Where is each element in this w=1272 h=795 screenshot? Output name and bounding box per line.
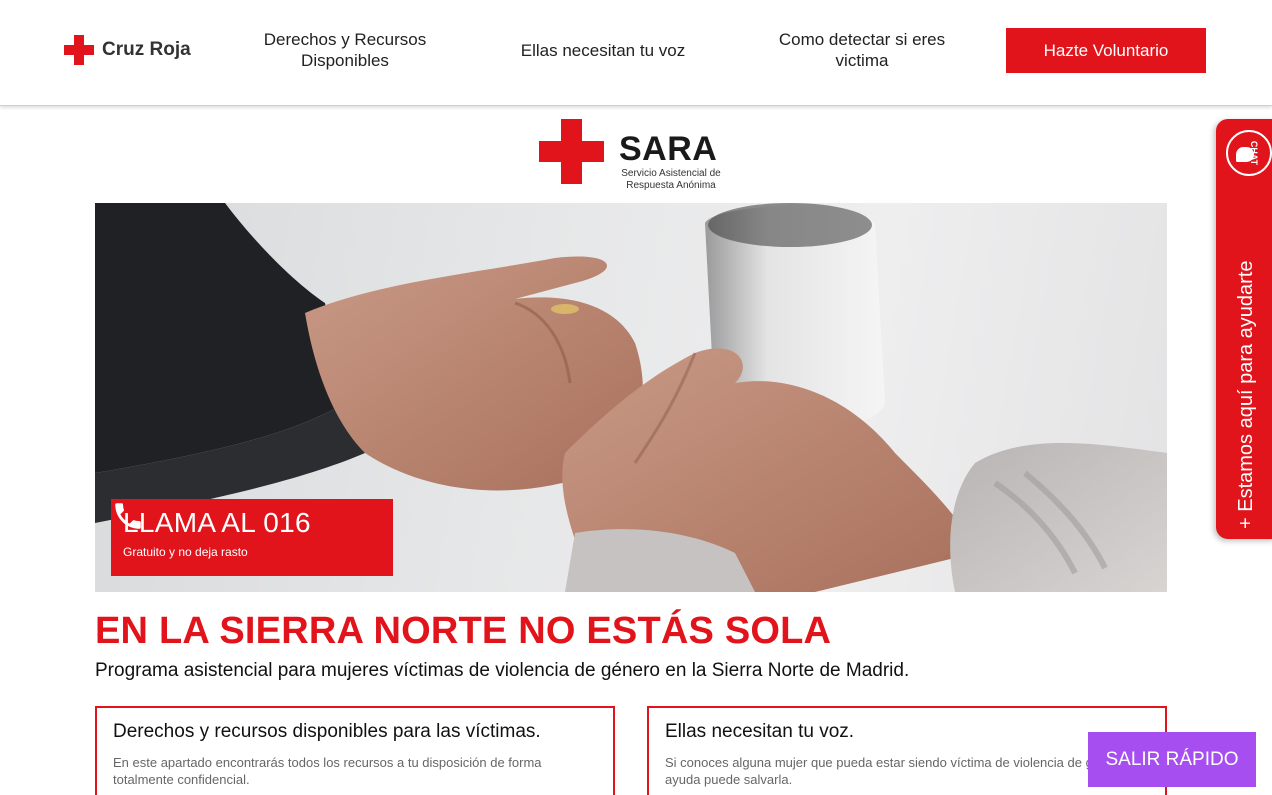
page-subheadline: Programa asistencial para mujeres víctim…	[95, 660, 910, 681]
phone-icon	[115, 503, 141, 529]
sara-title: SARA	[619, 130, 718, 168]
nav-como-detectar[interactable]: Como detectar si eres victima	[762, 29, 962, 71]
card-title: Derechos y recursos disponibles para las…	[113, 721, 541, 742]
sara-subtitle: Servicio Asistencial de Respuesta Anónim…	[621, 168, 721, 191]
help-side-tab[interactable]: CHAT + Estamos aquí para ayudarte	[1216, 119, 1272, 539]
brand-name: Cruz Roja	[102, 39, 191, 60]
call-title: LLAMA AL 016	[123, 507, 311, 538]
page-headline: EN LA SIERRA NORTE NO ESTÁS SOLA	[95, 610, 832, 652]
card-text: Si conoces alguna mujer que pueda estar …	[665, 755, 1141, 787]
chat-label: CHAT	[1249, 140, 1260, 166]
brand-logo-link[interactable]: Cruz Roja	[64, 35, 191, 65]
help-tab-text: + Estamos aquí para ayudarte	[1235, 260, 1257, 530]
hero-image: LLAMA AL 016 Gratuito y no deja rasto	[95, 203, 1167, 592]
red-cross-icon	[64, 35, 94, 65]
quick-exit-button[interactable]: SALIR RÁPIDO	[1088, 732, 1256, 787]
call-subtitle: Gratuito y no deja rasto	[123, 545, 248, 559]
call-016-banner[interactable]: LLAMA AL 016 Gratuito y no deja rasto	[111, 499, 393, 576]
chat-button[interactable]: CHAT	[1226, 130, 1272, 176]
sara-logo: SARA Servicio Asistencial de Respuesta A…	[539, 119, 739, 191]
card-title: Ellas necesitan tu voz.	[665, 721, 855, 742]
site-header: Cruz Roja Derechos y Recursos Disponible…	[0, 0, 1272, 106]
card-derechos-recursos[interactable]: Derechos y recursos disponibles para las…	[95, 706, 615, 795]
card-text: En este apartado encontrarás todos los r…	[113, 755, 542, 787]
nav-derechos-recursos[interactable]: Derechos y Recursos Disponibles	[250, 29, 440, 71]
volunteer-button[interactable]: Hazte Voluntario	[1006, 28, 1206, 73]
nav-ellas-necesitan-tu-voz[interactable]: Ellas necesitan tu voz	[508, 40, 698, 61]
red-cross-icon	[539, 119, 604, 184]
